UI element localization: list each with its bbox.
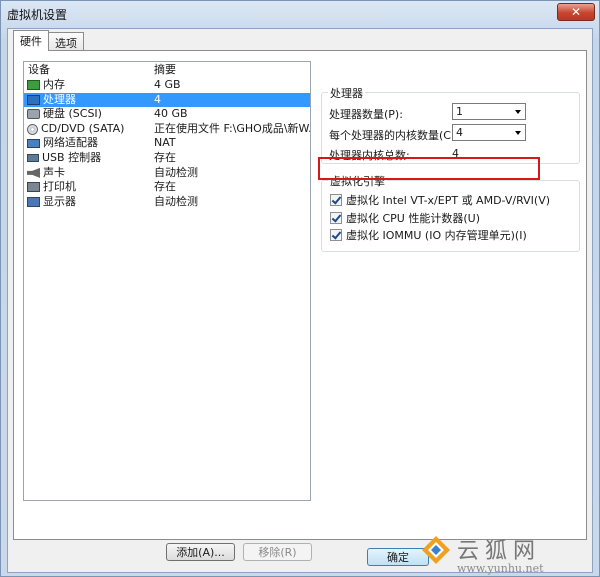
dropdown-arrow-icon — [515, 131, 521, 135]
title-bar[interactable]: 虚拟机设置 ✕ — [1, 1, 599, 27]
virtualize-iommu-checkbox[interactable] — [330, 229, 342, 241]
site-watermark: 云狐网 www.yunhu.net — [421, 533, 600, 577]
device-list-header: 设备 摘要 — [24, 62, 310, 78]
device-summary: 存在 — [154, 180, 176, 194]
device-name: USB 控制器 — [42, 150, 102, 164]
device-name: 处理器 — [43, 92, 76, 106]
network-adapter-icon — [27, 139, 40, 149]
virtualize-cpu-counters-label: 虚拟化 CPU 性能计数器(U) — [346, 212, 480, 225]
device-row-processor[interactable]: 处理器 4 — [24, 92, 310, 108]
device-summary: NAT — [154, 136, 176, 150]
column-header-device[interactable]: 设备 — [24, 62, 152, 78]
dropdown-arrow-icon — [515, 110, 521, 114]
device-name: 内存 — [43, 78, 65, 91]
add-device-button[interactable]: 添加(A)... — [166, 543, 235, 561]
usb-controller-icon — [27, 154, 39, 163]
cores-per-processor-label: 每个处理器的内核数量(C): — [329, 129, 459, 142]
device-summary: 正在使用文件 F:\GHO成品\新W... — [154, 121, 310, 135]
virtualize-vtx-option[interactable]: 虚拟化 Intel VT-x/EPT 或 AMD-V/RVI(V) — [330, 192, 550, 208]
remove-device-button[interactable]: 移除(R) — [243, 543, 312, 561]
processor-icon — [27, 94, 40, 105]
device-row-sound-card[interactable]: 声卡 自动检测 — [24, 166, 310, 181]
tab-options[interactable]: 选项 — [48, 32, 84, 51]
cores-per-processor-value: 4 — [456, 126, 463, 139]
device-name: 打印机 — [43, 180, 76, 194]
highlight-annotation-box — [318, 157, 540, 180]
device-name: CD/DVD (SATA) — [41, 121, 125, 135]
virtualize-cpu-counters-option[interactable]: 虚拟化 CPU 性能计数器(U) — [330, 210, 480, 226]
processor-count-label: 处理器数量(P): — [329, 108, 403, 121]
device-summary: 4 GB — [154, 78, 181, 91]
watermark-url: www.yunhu.net — [457, 562, 544, 575]
close-button[interactable]: ✕ — [557, 3, 595, 21]
device-summary: 4 — [154, 92, 161, 106]
vm-settings-window: 虚拟机设置 ✕ 硬件 选项 设备 摘要 内存 4 GB 处理器 4 硬盘 (SC… — [0, 0, 600, 577]
device-name: 显示器 — [43, 194, 76, 208]
hard-disk-icon — [27, 109, 40, 120]
window-title: 虚拟机设置 — [7, 7, 68, 22]
device-name: 网络适配器 — [43, 136, 98, 150]
virtualize-iommu-option[interactable]: 虚拟化 IOMMU (IO 内存管理单元)(I) — [330, 227, 527, 243]
virtualize-vtx-label: 虚拟化 Intel VT-x/EPT 或 AMD-V/RVI(V) — [346, 194, 551, 207]
tab-strip: 硬件 选项 — [13, 30, 84, 51]
display-icon — [27, 197, 40, 208]
device-row-network-adapter[interactable]: 网络适配器 NAT — [24, 136, 310, 151]
tab-hardware[interactable]: 硬件 — [13, 30, 49, 51]
column-header-summary[interactable]: 摘要 — [152, 62, 310, 78]
processor-group-title: 处理器 — [328, 85, 365, 101]
watermark-title: 云狐网 — [457, 539, 542, 564]
device-row-memory[interactable]: 内存 4 GB — [24, 78, 310, 93]
device-summary: 存在 — [154, 150, 176, 164]
ok-button[interactable]: 确定 — [367, 548, 429, 566]
device-row-cd-dvd[interactable]: CD/DVD (SATA) 正在使用文件 F:\GHO成品\新W... — [24, 122, 310, 137]
virtualize-iommu-label: 虚拟化 IOMMU (IO 内存管理单元)(I) — [346, 229, 527, 242]
cd-dvd-icon — [27, 123, 38, 135]
device-row-display[interactable]: 显示器 自动检测 — [24, 195, 310, 210]
device-summary: 40 GB — [154, 107, 188, 121]
device-list[interactable]: 设备 摘要 内存 4 GB 处理器 4 硬盘 (SCSI) 40 GB CD/D… — [23, 61, 311, 501]
device-summary: 自动检测 — [154, 194, 198, 208]
sound-card-icon — [27, 167, 40, 178]
close-icon: ✕ — [570, 5, 582, 19]
site-logo-icon — [422, 536, 450, 564]
device-summary: 自动检测 — [154, 165, 198, 179]
virtualize-vtx-checkbox[interactable] — [330, 194, 342, 206]
device-row-hard-disk[interactable]: 硬盘 (SCSI) 40 GB — [24, 107, 310, 122]
device-name: 声卡 — [43, 165, 65, 179]
processor-count-select[interactable]: 1 — [452, 103, 526, 120]
printer-icon — [27, 182, 40, 193]
cores-per-processor-select[interactable]: 4 — [452, 124, 526, 141]
memory-icon — [27, 80, 40, 91]
virtualize-cpu-counters-checkbox[interactable] — [330, 212, 342, 224]
hardware-tab-page: 设备 摘要 内存 4 GB 处理器 4 硬盘 (SCSI) 40 GB CD/D… — [13, 50, 587, 561]
processor-count-value: 1 — [456, 105, 463, 118]
device-name: 硬盘 (SCSI) — [43, 107, 102, 121]
device-row-printer[interactable]: 打印机 存在 — [24, 180, 310, 195]
dialog-client-area: 硬件 选项 设备 摘要 内存 4 GB 处理器 4 硬盘 (SCSI) 40 G… — [7, 28, 593, 573]
device-row-usb-controller[interactable]: USB 控制器 存在 — [24, 151, 310, 166]
